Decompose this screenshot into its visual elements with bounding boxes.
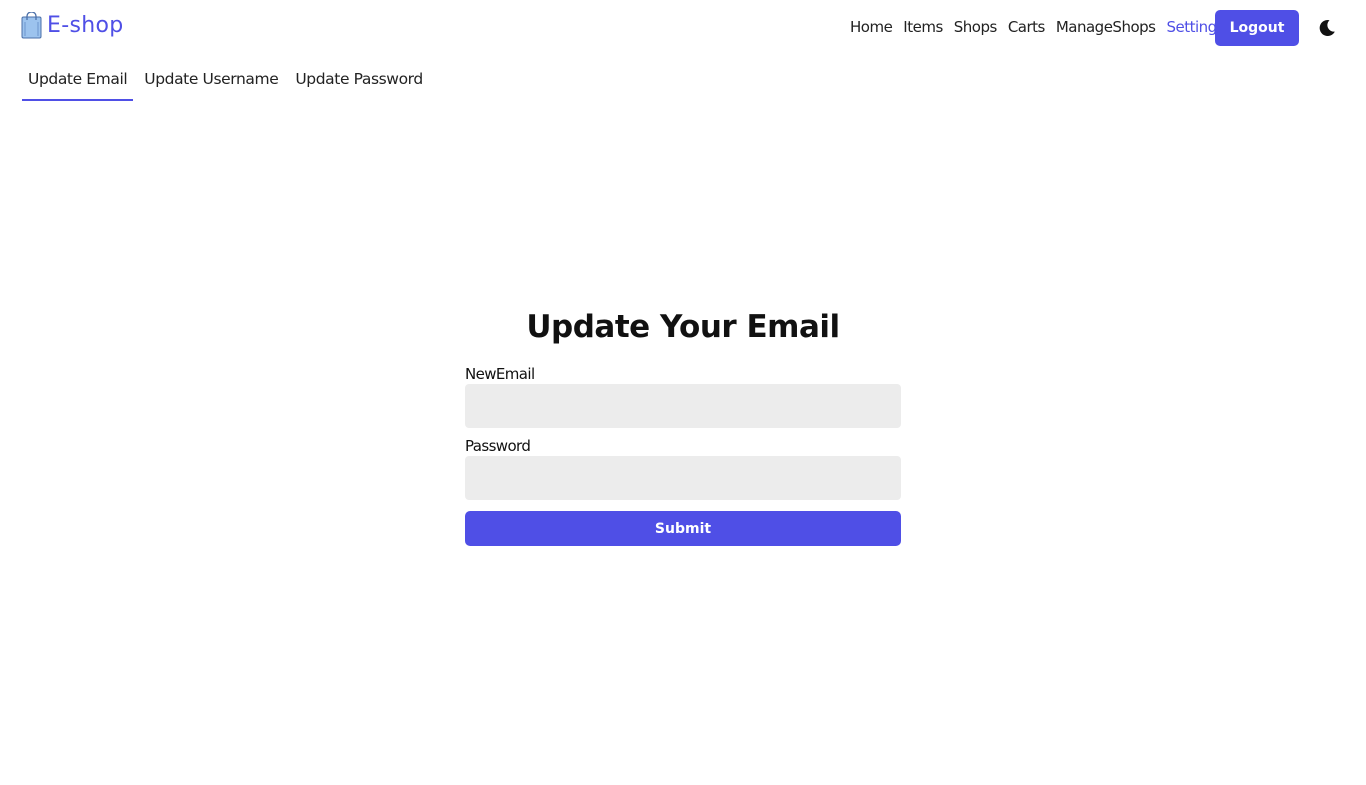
settings-tabs: Update Email Update Username Update Pass… (22, 66, 434, 101)
page-title: Update Your Email (526, 309, 840, 345)
new-email-label: NewEmail (465, 365, 535, 383)
logout-button[interactable]: Logout (1215, 10, 1299, 46)
new-email-group: NewEmail (465, 365, 901, 428)
navbar: E-shop Home Items Shops Carts ManageShop… (0, 0, 1366, 56)
shopping-bag-icon (21, 12, 42, 39)
nav-link-shops[interactable]: Shops (954, 17, 998, 37)
tab-update-username[interactable]: Update Username (138, 66, 284, 101)
nav-link-items[interactable]: Items (903, 17, 943, 37)
tab-update-email[interactable]: Update Email (22, 66, 134, 101)
nav-link-home[interactable]: Home (850, 17, 893, 37)
password-label: Password (465, 437, 531, 455)
update-email-form: Update Your Email NewEmail Password Subm… (465, 305, 901, 546)
moon-icon[interactable] (1317, 18, 1337, 38)
brand-logo-link[interactable]: E-shop (21, 12, 123, 39)
password-field[interactable] (465, 456, 901, 500)
nav-link-carts[interactable]: Carts (1008, 17, 1046, 37)
password-group: Password (465, 437, 901, 500)
tab-update-password[interactable]: Update Password (289, 66, 428, 101)
nav-link-manageshops[interactable]: ManageShops (1056, 17, 1156, 37)
main-nav: Home Items Shops Carts ManageShops Setti… (850, 17, 1235, 37)
new-email-field[interactable] (465, 384, 901, 428)
brand-name: E-shop (47, 13, 124, 38)
submit-button[interactable]: Submit (465, 511, 901, 546)
